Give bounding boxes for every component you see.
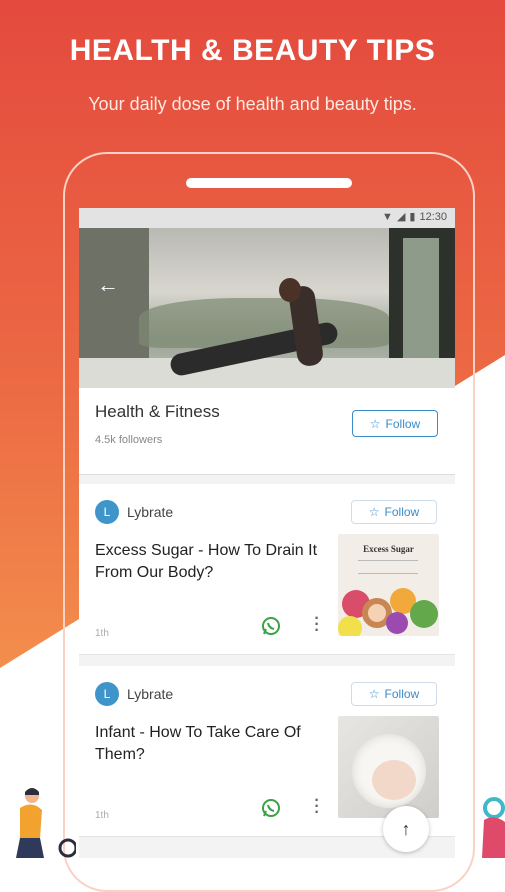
thumbnail-title: Excess Sugar — [363, 544, 414, 554]
post-card[interactable]: L Lybrate ☆ Follow Excess Sugar - How To… — [79, 484, 455, 655]
follow-label: Follow — [385, 416, 421, 431]
post-time: 1th — [95, 628, 109, 639]
person-illustration-right — [482, 797, 505, 858]
promo-subtitle: Your daily dose of health and beauty tip… — [88, 94, 417, 114]
whatsapp-share-icon[interactable] — [261, 798, 281, 818]
topic-followers: 4.5k followers — [95, 434, 163, 446]
author-follow-button[interactable]: ☆ Follow — [351, 682, 437, 706]
post-time: 1th — [95, 810, 109, 821]
post-thumbnail[interactable]: Excess Sugar — [338, 534, 439, 636]
author-avatar[interactable]: L — [95, 682, 119, 706]
arrow-up-icon: ↑ — [401, 818, 411, 839]
topic-hero-image: ← — [79, 228, 455, 388]
whatsapp-share-icon[interactable] — [261, 616, 281, 636]
scroll-to-top-button[interactable]: ↑ — [383, 806, 429, 852]
status-bar: ▼ ◢ ▮ 12:30 — [79, 208, 455, 228]
post-title[interactable]: Excess Sugar - How To Drain It From Our … — [95, 540, 327, 584]
author-avatar[interactable]: L — [95, 500, 119, 524]
status-icons: ▼ ◢ ▮ 12:30 — [382, 210, 447, 224]
star-icon: ☆ — [368, 687, 380, 701]
topic-header-card: Health & Fitness 4.5k followers ☆ Follow — [79, 388, 455, 475]
more-options-icon[interactable]: · · · — [313, 611, 321, 639]
promo-title: HEALTH & BEAUTY TIPS — [69, 34, 436, 67]
more-options-icon[interactable]: · · · — [313, 793, 321, 821]
follow-label: Follow — [384, 505, 420, 519]
phone-screen: ▼ ◢ ▮ 12:30 ← Health & Fitness 4.5k foll… — [79, 208, 455, 858]
wifi-icon: ▼ — [382, 210, 393, 223]
signal-icon: ◢ — [396, 211, 406, 223]
post-thumbnail[interactable] — [338, 716, 439, 818]
topic-follow-button[interactable]: ☆ Follow — [352, 410, 438, 437]
follow-label: Follow — [384, 687, 420, 701]
topic-name: Health & Fitness — [95, 402, 220, 421]
battery-icon: ▮ — [409, 211, 416, 223]
person-illustration-left — [16, 788, 76, 858]
status-time: 12:30 — [419, 210, 447, 223]
author-name[interactable]: Lybrate — [127, 504, 173, 520]
back-arrow-icon[interactable]: ← — [97, 272, 119, 298]
author-follow-button[interactable]: ☆ Follow — [351, 500, 437, 524]
post-title[interactable]: Infant - How To Take Care Of Them? — [95, 722, 327, 766]
author-name[interactable]: Lybrate — [127, 686, 173, 702]
star-icon: ☆ — [368, 505, 380, 519]
phone-speaker — [186, 178, 352, 188]
star-icon: ☆ — [369, 416, 381, 431]
